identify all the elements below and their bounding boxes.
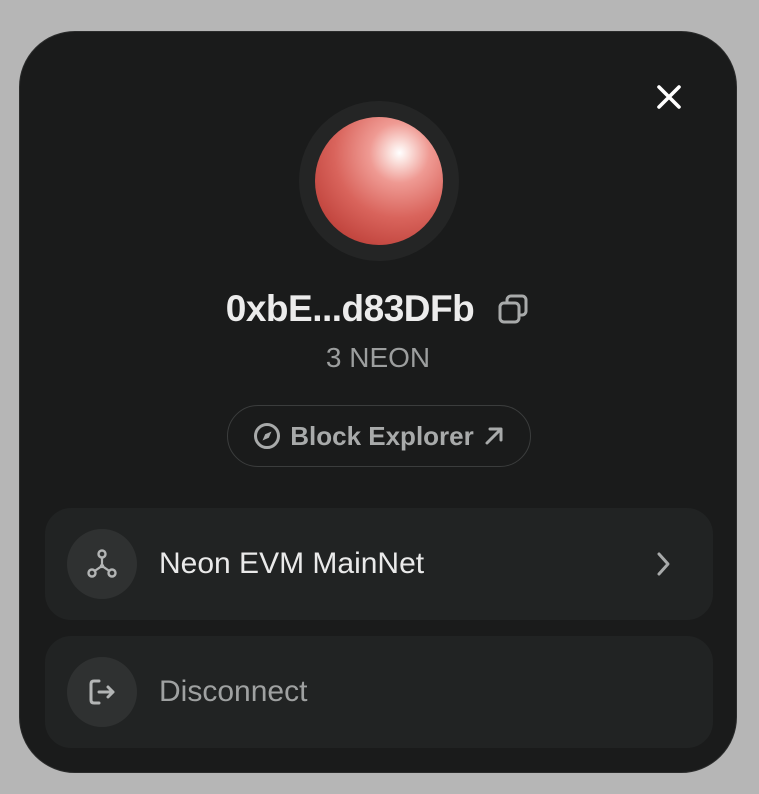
close-button[interactable] [652, 80, 686, 114]
wallet-address: 0xbE...d83DFb [225, 288, 475, 329]
arrow-up-right-icon [485, 427, 503, 445]
avatar [315, 117, 443, 245]
block-explorer-button[interactable]: Block Explorer [227, 405, 531, 467]
chevron-right-icon [651, 552, 675, 576]
compass-icon [254, 423, 281, 449]
disconnect-icon-badge [67, 657, 137, 727]
disconnect-label: Disconnect [159, 675, 308, 708]
network-name: Neon EVM MainNet [159, 547, 425, 580]
network-selector[interactable]: Neon EVM MainNet [45, 508, 713, 620]
account-modal: 0xbE...d83DFb 3 NEON Block Explorer Neon… [19, 31, 737, 773]
network-icon-badge [67, 529, 137, 599]
logout-icon [89, 679, 115, 705]
avatar-ring [299, 101, 459, 261]
address-row: 0xbE...d83DFb [20, 284, 736, 334]
network-nodes-icon [87, 549, 117, 578]
block-explorer-label: Block Explorer [290, 420, 474, 451]
copy-icon [498, 294, 528, 324]
disconnect-button[interactable]: Disconnect [45, 636, 713, 748]
wallet-balance: 3 NEON [325, 342, 431, 373]
close-icon [657, 85, 681, 109]
copy-address-button[interactable] [496, 292, 530, 326]
